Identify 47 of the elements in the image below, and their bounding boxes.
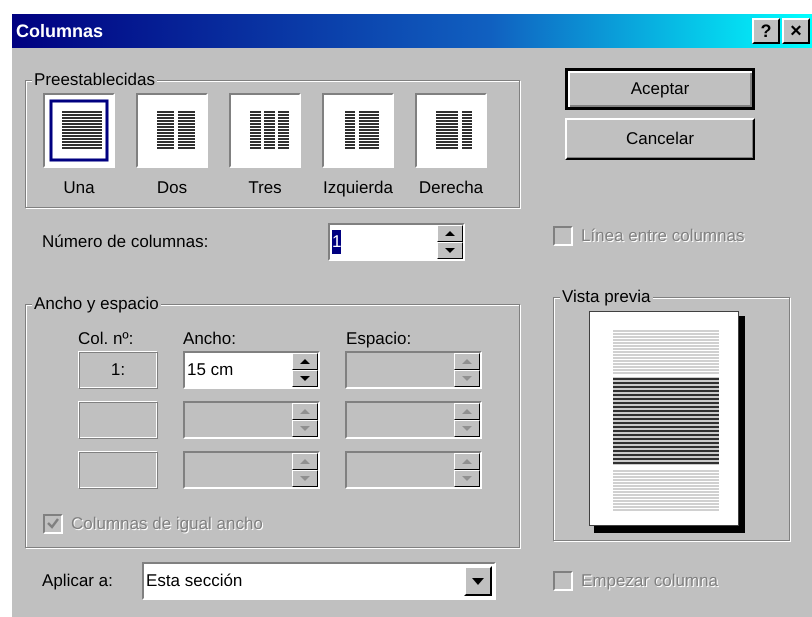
preset-label: Izquierda bbox=[323, 177, 393, 199]
up-triangle-icon bbox=[462, 409, 472, 414]
up-triangle-icon bbox=[462, 359, 472, 364]
number-field[interactable]: 15 cm bbox=[185, 353, 292, 387]
down-triangle-icon bbox=[300, 426, 310, 431]
up-triangle-icon bbox=[300, 359, 310, 364]
help-button[interactable]: ? bbox=[752, 18, 780, 44]
close-button[interactable]: × bbox=[782, 18, 810, 44]
field-label: Número de columnas: bbox=[42, 231, 210, 254]
column-header: Ancho: bbox=[183, 328, 237, 350]
spin-up-button[interactable] bbox=[292, 353, 318, 370]
down-triangle-icon bbox=[462, 376, 472, 381]
up-triangle-icon bbox=[300, 459, 310, 464]
preset-label: Dos bbox=[156, 177, 188, 199]
preset-button[interactable] bbox=[136, 93, 208, 168]
spin-down-button[interactable] bbox=[437, 242, 463, 259]
spin-up-button[interactable] bbox=[437, 225, 463, 242]
column-header: Espacio: bbox=[346, 328, 412, 350]
preset-label: Una bbox=[63, 177, 95, 199]
up-triangle-icon bbox=[445, 231, 455, 236]
down-triangle-icon bbox=[300, 476, 310, 481]
window-title: Columnas bbox=[16, 20, 104, 42]
preset-button[interactable] bbox=[43, 93, 115, 168]
column-header: Col. nº: bbox=[78, 328, 134, 350]
field-label: Aplicar a: bbox=[42, 570, 114, 592]
down-triangle-icon bbox=[445, 248, 455, 253]
down-triangle-icon bbox=[462, 476, 472, 481]
spin-down-button[interactable] bbox=[292, 370, 318, 387]
up-triangle-icon bbox=[462, 459, 472, 464]
preset-label: Derecha bbox=[418, 177, 484, 199]
preset-label: Tres bbox=[248, 177, 282, 199]
preset-button[interactable] bbox=[322, 93, 394, 168]
dialog-button[interactable]: Aceptar bbox=[565, 68, 755, 110]
preset-button[interactable] bbox=[229, 93, 301, 168]
checkbox-label: Línea entre columnas bbox=[581, 225, 744, 248]
dialog-button[interactable]: Cancelar bbox=[565, 118, 755, 160]
column-number-box: 1: bbox=[78, 351, 158, 389]
down-triangle-icon bbox=[462, 426, 472, 431]
checkmark-icon bbox=[47, 518, 59, 530]
down-triangle-icon bbox=[300, 376, 310, 381]
checkbox-label: Empezar columna bbox=[581, 570, 718, 592]
preset-button[interactable] bbox=[415, 93, 487, 168]
spin-box[interactable]: 15 cm bbox=[183, 351, 320, 389]
number-field[interactable]: 1 bbox=[330, 225, 437, 259]
spin-box[interactable]: 1 bbox=[328, 223, 465, 261]
up-triangle-icon bbox=[300, 409, 310, 414]
checkbox-label: Columnas de igual ancho bbox=[71, 513, 263, 535]
